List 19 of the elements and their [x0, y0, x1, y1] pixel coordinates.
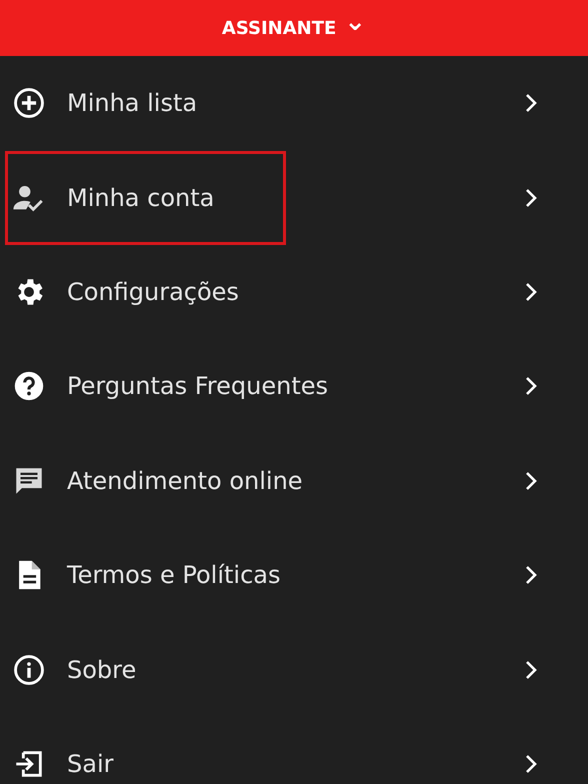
chevron-right-icon — [524, 658, 538, 681]
chevron-right-icon — [524, 375, 538, 398]
chevron-right-icon — [524, 186, 538, 209]
menu-item[interactable]: Perguntas Frequentes — [0, 339, 588, 434]
chevron-right-icon — [524, 280, 538, 303]
info-icon — [12, 652, 46, 687]
menu-item[interactable]: Termos e Políticas — [0, 528, 588, 622]
menu-item[interactable]: Minha lista — [0, 56, 588, 150]
menu-item[interactable]: Sobre — [0, 622, 588, 717]
subscriber-dropdown[interactable]: ASSINANTE ⌄ — [216, 10, 372, 46]
chevron-right-icon — [524, 752, 538, 775]
chevron-right-icon — [524, 564, 538, 586]
plus-circle-icon — [12, 86, 46, 120]
menu-item[interactable]: Sair — [0, 716, 588, 784]
menu-item[interactable]: Minha conta — [0, 150, 588, 245]
menu-item[interactable]: Atendimento online — [0, 434, 588, 528]
chevron-right-icon — [524, 470, 538, 492]
chevron-right-icon — [524, 92, 538, 114]
menu-item[interactable]: Configurações — [0, 244, 588, 340]
